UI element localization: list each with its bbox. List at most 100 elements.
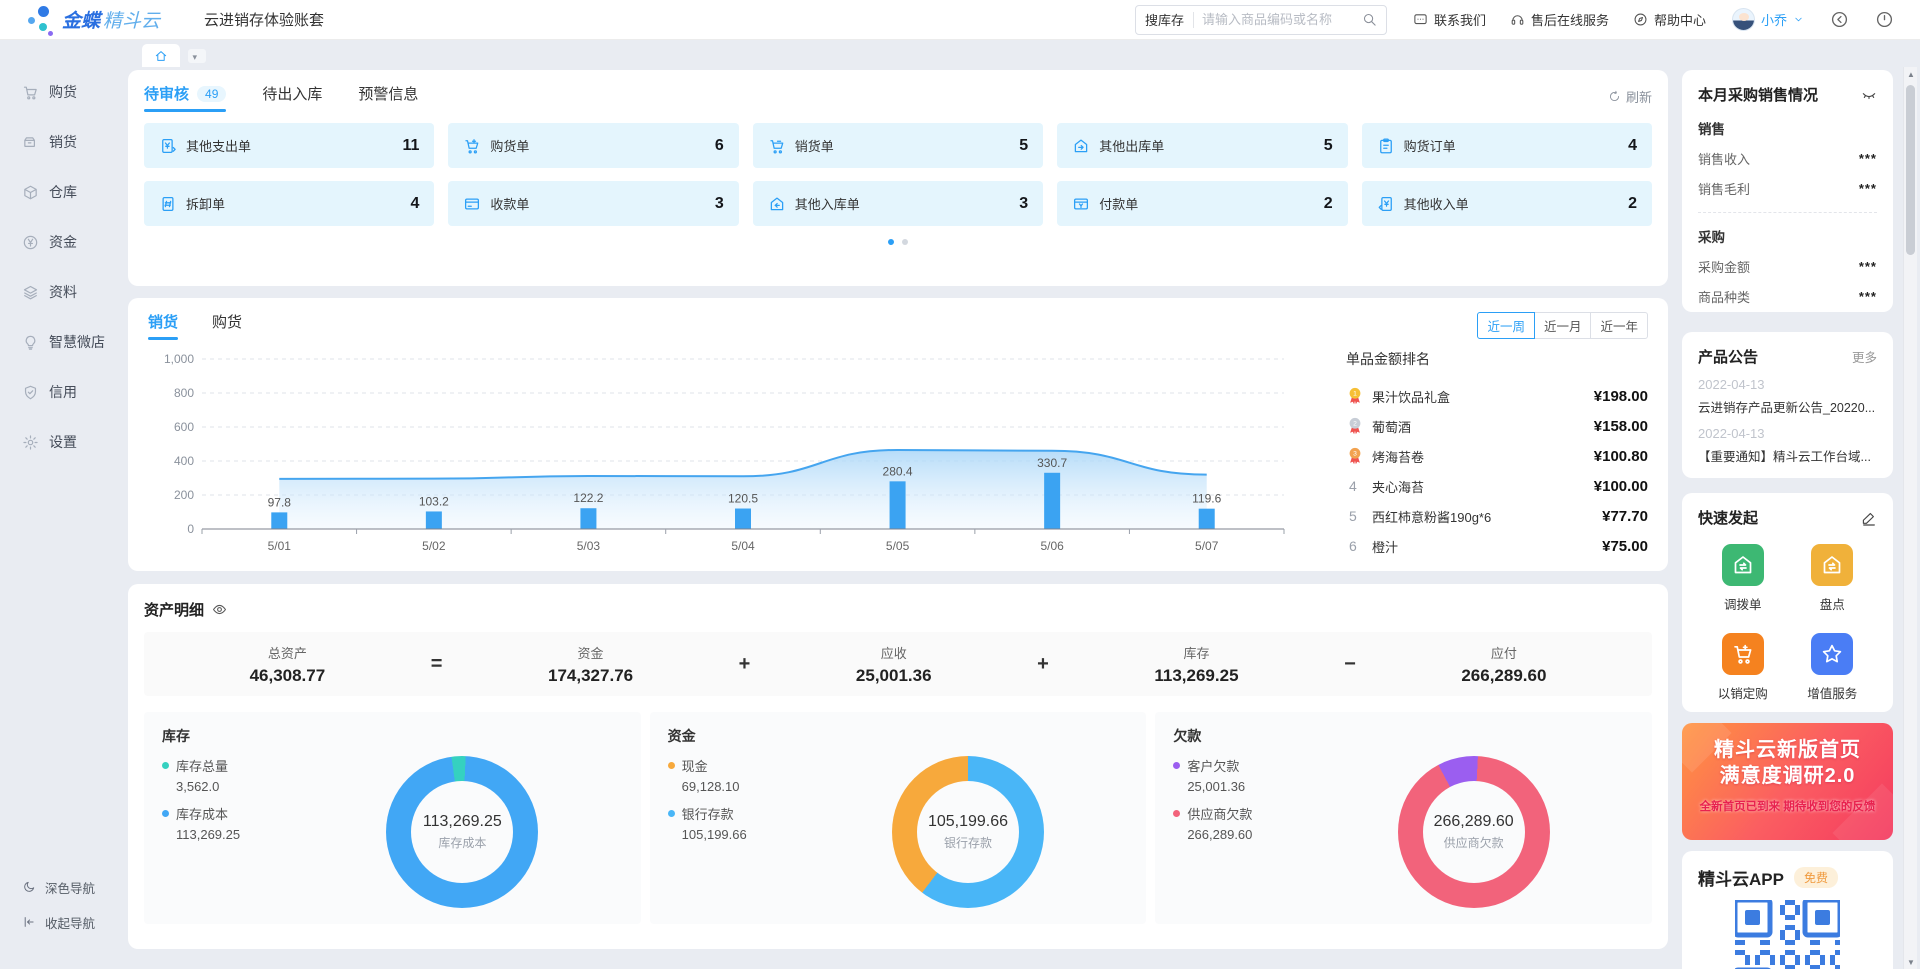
free-badge: 免费 [1794,867,1838,888]
quick-action-以销定购[interactable]: 以销定购 [1698,633,1788,702]
todo-card-label: 购货订单 [1404,136,1456,155]
layers-icon [22,284,39,301]
sidebar-item-cart[interactable]: 购货 [0,67,110,117]
range-button-2[interactable]: 近一年 [1590,312,1648,339]
eye-icon[interactable] [212,602,227,617]
sidebar-item-bulb[interactable]: 智慧微店 [0,317,110,367]
legend-value: 113,269.25 [176,827,302,842]
todo-tab-0[interactable]: 待审核49 [144,83,226,110]
search-category-selector[interactable]: 搜库存 [1136,10,1193,29]
sidebar-item-gear[interactable]: 设置 [0,417,110,467]
asset-card-库存: 库存库存总量3,562.0库存成本113,269.25113,269.25库存成… [144,712,641,924]
doc-yen-in-icon [1377,195,1395,213]
legend-label: 现金 [682,756,708,775]
todo-card[interactable]: 拆卸单4 [144,181,434,226]
survey-banner[interactable]: 精斗云新版首页 满意度调研2.0 全新首页已到来 期待收到您的反馈 [1682,723,1893,840]
pagination-dot-0[interactable] [888,239,894,245]
scroll-down-arrow[interactable]: ▼ [1904,955,1918,969]
announcements-more-link[interactable]: 更多 [1852,347,1877,366]
x-tick-label: 5/05 [886,539,910,553]
legend-label: 客户欠款 [1187,756,1239,775]
rank-item-name: 果汁饮品礼盒 [1372,387,1594,406]
month-stat-row: 销售毛利*** [1698,179,1877,198]
month-section-title: 采购 [1698,226,1877,246]
donut-center-label: 库存成本 [438,834,486,851]
sidebar-item-label: 智慧微店 [49,332,105,352]
donut-center-value: 105,199.66 [928,813,1008,831]
todo-tab-2[interactable]: 预警信息 [358,83,418,110]
topbar-link-after-sales-service[interactable]: 售后在线服务 [1510,10,1609,29]
pagination-dot-1[interactable] [902,239,908,245]
home-tab[interactable] [142,44,180,67]
eye-closed-icon[interactable] [1861,87,1877,103]
rank-item-amount: ¥75.00 [1602,538,1648,555]
asset-card-title: 资金 [668,726,1129,746]
sidebar-item-yen[interactable]: 资金 [0,217,110,267]
asset-legend: 库存总量3,562.0库存成本113,269.25 [162,756,302,908]
rank-item-name: 葡萄酒 [1372,417,1594,436]
tab-dropdown-button[interactable]: ▾ [188,49,206,63]
chevron-down-icon: ▾ [193,52,202,61]
sidebar-item-box[interactable]: 销货 [0,117,110,167]
donut-center-value: 113,269.25 [423,813,502,831]
dark-nav-toggle[interactable]: 深色导航 [0,872,110,902]
account-title: 云进销存体验账套 [204,9,324,30]
announcements-title: 产品公告 [1698,346,1758,367]
summary-label: 库存 [1154,643,1238,662]
quick-action-调拨单[interactable]: 调拨单 [1698,544,1788,613]
ranking-title: 单品金额排名 [1346,349,1648,369]
donut-chart-欠款: 266,289.60供应商欠款 [1398,756,1550,908]
refresh-button[interactable]: 刷新 [1608,87,1652,106]
range-button-0[interactable]: 近一周 [1477,312,1535,339]
topbar-link-contact-us[interactable]: 联系我们 [1413,10,1486,29]
todo-card[interactable]: 购货订单4 [1362,123,1652,168]
todo-card[interactable]: 其他入库单3 [753,181,1043,226]
user-menu[interactable]: 小乔 [1732,8,1804,31]
stat-label: 销售收入 [1698,149,1750,168]
scrollbar-thumb[interactable] [1906,85,1915,255]
asset-legend: 现金69,128.10银行存款105,199.66 [668,756,808,908]
quick-action-label: 以销定购 [1718,683,1768,702]
todo-tab-1[interactable]: 待出入库 [262,83,322,110]
donut-chart-库存: 113,269.25 库存成本 [386,756,538,908]
app-logo[interactable]: 金蝶 精斗云 [26,5,176,35]
quick-action-增值服务[interactable]: 增值服务 [1788,633,1878,702]
sidebar-footer-label: 收起导航 [45,913,95,932]
topbar-link-help-center[interactable]: 帮助中心 [1633,10,1706,29]
announcement-item[interactable]: 2022-04-13云进销存产品更新公告_20220... [1698,377,1877,416]
todo-card[interactable]: 其他收入单2 [1362,181,1652,226]
todo-card[interactable]: 其他出库单5 [1057,123,1347,168]
doc-hash-icon [159,195,177,213]
todo-card[interactable]: 销货单5 [753,123,1043,168]
sidebar-item-shield[interactable]: 信用 [0,367,110,417]
trade-tab-0[interactable]: 销货 [148,311,178,339]
month-section-title: 销售 [1698,118,1877,138]
sidebar-item-cube[interactable]: 仓库 [0,167,110,217]
todo-tab-label: 待审核 [144,83,189,104]
todo-card-count: 3 [715,195,724,213]
todo-card[interactable]: 购货单6 [448,123,738,168]
summary-value: 266,289.60 [1461,666,1546,686]
collapse-nav-toggle[interactable]: 收起导航 [0,907,110,937]
sidebar-item-label: 仓库 [49,182,77,202]
back-button[interactable] [1830,10,1849,29]
sidebar-item-layers[interactable]: 资料 [0,267,110,317]
scroll-up-arrow[interactable]: ▲ [1904,67,1918,81]
todo-card-label: 其他收入单 [1404,194,1469,213]
trade-tab-1[interactable]: 购货 [212,311,242,339]
todo-card-count: 4 [410,195,419,213]
range-button-1[interactable]: 近一月 [1534,312,1592,339]
todo-card[interactable]: 付款单2 [1057,181,1347,226]
edit-pencil-icon[interactable] [1861,510,1877,526]
logout-button[interactable] [1875,10,1894,29]
search-input[interactable] [1194,12,1362,27]
ranking-row: 4夹心海苔¥100.00 [1346,471,1648,501]
logo-text-bold: 金蝶 [62,6,100,33]
todo-card[interactable]: 收款单3 [448,181,738,226]
quick-action-盘点[interactable]: 盘点 [1788,544,1878,613]
shield-icon [22,384,39,401]
todo-card[interactable]: 其他支出单11 [144,123,434,168]
announcement-item[interactable]: 2022-04-13【重要通知】精斗云工作台域... [1698,426,1877,465]
search-icon[interactable] [1362,12,1377,27]
rank-item-name: 烤海苔卷 [1372,447,1594,466]
